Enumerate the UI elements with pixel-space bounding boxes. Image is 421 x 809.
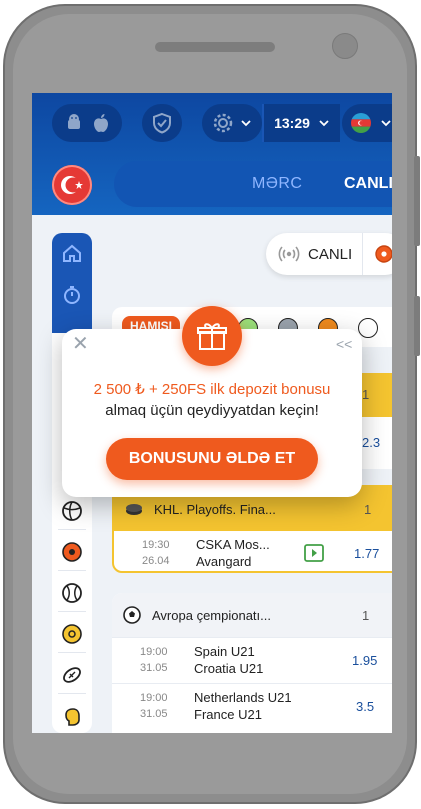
sidebar-divider [58, 570, 86, 571]
away-team: France U21 [194, 707, 262, 722]
app-header: 13:29 MƏRC CANLI [32, 93, 392, 215]
match-time: 19:00 [140, 692, 168, 704]
home-team: CSKA Mos... [196, 537, 270, 552]
brand-logo[interactable] [52, 165, 92, 205]
sidebar-divider [58, 529, 86, 530]
power-button [414, 296, 420, 356]
away-team: Avangard [196, 554, 252, 569]
stage: 13:29 MƏRC CANLI CANLI HAMISI 1 2.3 KHL.… [0, 0, 421, 809]
close-icon[interactable]: ✕ [72, 334, 90, 354]
match-date: 26.04 [142, 555, 170, 567]
league-title: KHL. Playoffs. Fina... [154, 501, 276, 517]
football-icon[interactable] [60, 540, 84, 564]
match-row[interactable]: 19:00 31.05 Netherlands U21 France U21 3… [112, 683, 392, 729]
app-screen: 13:29 MƏRC CANLI CANLI HAMISI 1 2.3 KHL.… [32, 93, 392, 733]
phone-camera [332, 33, 358, 59]
match-time: 19:30 [142, 539, 170, 551]
football-icon[interactable] [374, 244, 392, 269]
nav-live[interactable]: CANLI [344, 175, 392, 193]
security-button[interactable] [142, 104, 182, 142]
sidebar-divider [58, 611, 86, 612]
timer-icon[interactable] [60, 283, 84, 307]
match-odd[interactable]: 1.95 [352, 653, 377, 668]
main-nav: MƏRC CANLI [114, 161, 392, 207]
match-row[interactable]: 19:30 26.04 CSKA Mos... Avangard 1.77 [114, 531, 392, 571]
away-team: Croatia U21 [194, 661, 264, 676]
apple-icon[interactable] [92, 113, 110, 133]
match-date: 31.05 [140, 662, 168, 674]
match-row[interactable]: 19:00 31.05 Spain U21 Croatia U21 1.95 [112, 637, 392, 683]
league-count: 1 [364, 501, 372, 517]
match-odd[interactable]: 2.3 [362, 435, 380, 450]
boxing-glove-icon[interactable] [60, 705, 84, 729]
volume-button [414, 156, 420, 246]
android-icon[interactable] [64, 113, 84, 133]
live-filter-pill[interactable]: CANLI [266, 233, 392, 275]
league-header[interactable]: Avropa çempionatı... 1 [112, 593, 392, 637]
sidebar-divider [58, 693, 86, 694]
league-title: Avropa çempionatı... [152, 607, 271, 623]
nav-bet[interactable]: MƏRC [252, 175, 302, 193]
baseball-icon[interactable] [60, 581, 84, 605]
pill-divider [362, 233, 363, 275]
home-team: Netherlands U21 [194, 690, 292, 705]
bonus-register-text: almaq üçün qeydiyyatdan keçin! [105, 402, 319, 419]
settings-dropdown[interactable] [202, 104, 262, 142]
azerbaijan-flag-icon [350, 112, 372, 134]
home-icon[interactable] [60, 241, 84, 265]
league-card-khl: KHL. Playoffs. Fina... 1 19:30 26.04 CSK… [112, 485, 392, 573]
match-odd[interactable]: 1.77 [354, 546, 379, 561]
time-dropdown[interactable]: 13:29 [262, 104, 340, 142]
chevron-down-icon [380, 117, 392, 129]
home-team: Spain U21 [194, 644, 255, 659]
chevron-down-icon [240, 117, 252, 129]
futsal-icon[interactable] [60, 622, 84, 646]
get-bonus-button[interactable]: BONUSUNU ƏLDƏ ET [106, 438, 318, 480]
broadcast-icon [278, 244, 300, 269]
language-dropdown[interactable] [342, 104, 392, 142]
match-time: 19:00 [140, 646, 168, 658]
clock-time: 13:29 [274, 115, 310, 131]
app-download-pill[interactable] [52, 104, 122, 142]
video-stream-icon[interactable] [304, 544, 324, 567]
volleyball-icon[interactable] [358, 318, 378, 338]
bonus-offer-text: 2 500 ₺ + 250FS ilk depozit bonusu [93, 381, 331, 398]
shield-icon [151, 112, 173, 134]
match-odd[interactable]: 3.5 [356, 699, 374, 714]
football-icon [122, 605, 142, 630]
match-date: 31.05 [140, 708, 168, 720]
volleyball-icon[interactable] [60, 499, 84, 523]
gift-icon [182, 306, 242, 366]
league-card-europe: Avropa çempionatı... 1 19:00 31.05 Spain… [112, 593, 392, 733]
league-count: 1 [362, 387, 370, 402]
collapse-icon[interactable]: << [336, 336, 352, 352]
live-filter-label: CANLI [308, 246, 353, 263]
chevron-down-icon [318, 117, 330, 129]
gear-icon [212, 112, 234, 134]
league-count: 1 [362, 607, 370, 623]
american-football-icon[interactable] [60, 663, 84, 687]
hockey-puck-icon [124, 499, 144, 524]
sidebar-divider [58, 652, 86, 653]
phone-speaker [155, 42, 275, 52]
